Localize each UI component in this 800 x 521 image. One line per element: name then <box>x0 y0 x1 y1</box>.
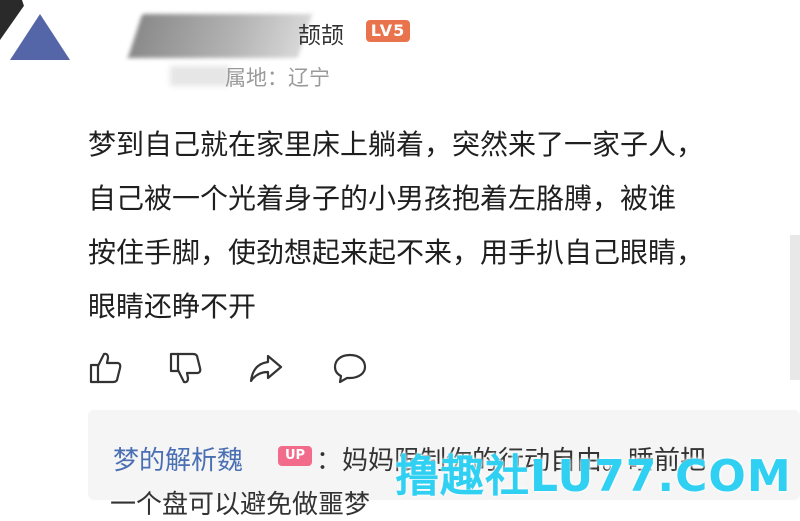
level-badge: LV5 <box>366 20 410 42</box>
comment-text: 梦到自己就在家里床上躺着，突然来了一家子人， 自己被一个光着身子的小男孩抱着左胳… <box>88 128 705 323</box>
side-panel-edge <box>790 235 800 380</box>
thumbs-up-icon[interactable] <box>88 350 124 386</box>
blurred-username <box>127 14 313 58</box>
comment-icon[interactable] <box>332 350 368 386</box>
thumbs-down-icon[interactable] <box>168 350 204 386</box>
share-icon[interactable] <box>248 350 284 386</box>
avatar[interactable] <box>0 0 72 64</box>
up-badge: UP <box>278 446 312 466</box>
blurred-location-prefix <box>170 66 230 86</box>
username[interactable]: 颉颉 <box>298 16 344 50</box>
reply-text-line2: 一个盘可以避免做噩梦 <box>110 490 371 520</box>
watermark: 撸趣社LU77.COM <box>395 451 792 502</box>
reply-author[interactable]: 梦的解析魏 <box>113 440 243 477</box>
comment-actions <box>88 350 388 390</box>
location-label: 属地：辽宁 <box>225 66 330 90</box>
